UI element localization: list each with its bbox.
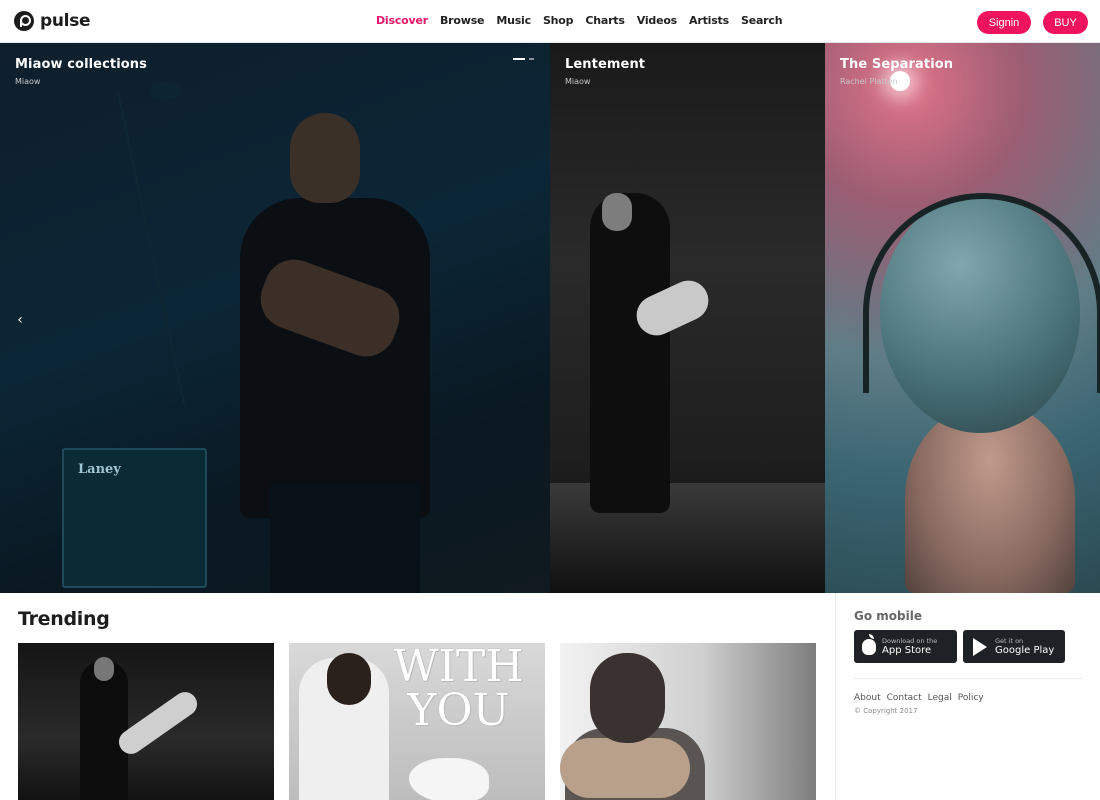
signin-button[interactable]: Signin [977, 11, 1031, 34]
boy-head [590, 653, 665, 743]
slide-title[interactable]: The Separation [840, 57, 953, 72]
go-mobile-heading: Go mobile [854, 609, 922, 623]
buy-button[interactable]: BUY [1043, 11, 1088, 34]
carousel-dot[interactable] [529, 58, 534, 60]
trending-section: Trending WITH YOU [0, 593, 835, 800]
nav-item-music[interactable]: Music [496, 14, 531, 27]
microphone-icon [150, 83, 180, 99]
performer-head [290, 113, 360, 203]
nav-item-shop[interactable]: Shop [543, 14, 574, 27]
amplifier-brand: Laney [78, 462, 121, 477]
trending-card[interactable]: WITH YOU [289, 643, 545, 800]
store-caption: Download on the [882, 636, 938, 645]
nav-item-artists[interactable]: Artists [689, 14, 729, 27]
hero-slide-the-separation[interactable]: The Separation Rachel Platten [825, 43, 1100, 593]
footer-links: About Contact Legal Policy [854, 693, 984, 703]
album-art-text: WITH YOU [371, 645, 545, 733]
footer-link-policy[interactable]: Policy [958, 693, 984, 703]
store-caption: Get it on [995, 636, 1024, 645]
copyright-text: © Copyright 2017 [854, 707, 918, 715]
nav-item-search[interactable]: Search [741, 14, 783, 27]
nav-item-browse[interactable]: Browse [440, 14, 485, 27]
google-play-button[interactable]: Get it on Google Play [963, 630, 1065, 663]
guitarist-figure [590, 193, 670, 513]
hero-slide-lentement[interactable]: Lentement Miaow [550, 43, 825, 593]
brand-name: pulse [40, 11, 91, 31]
app-store-button[interactable]: Download on the App Store [854, 630, 957, 663]
mic-stand-decoration [116, 91, 186, 405]
performer-legs [270, 483, 420, 593]
divider [854, 678, 1082, 679]
album-art-line: WITH [393, 643, 524, 692]
nav-item-discover[interactable]: Discover [376, 14, 428, 27]
performer-figure [240, 198, 430, 518]
play-icon [973, 637, 987, 656]
store-name: Google Play [995, 644, 1055, 656]
footer-link-legal[interactable]: Legal [928, 693, 952, 703]
amplifier: Laney [62, 448, 207, 588]
pulse-logo-icon [14, 11, 34, 31]
top-header: pulse Discover Browse Music Shop Charts … [0, 0, 1100, 43]
section-title: Trending [18, 608, 110, 630]
carousel-dot-active[interactable] [513, 58, 525, 60]
main-nav: Discover Browse Music Shop Charts Videos… [376, 14, 783, 27]
store-text: Get it on Google Play [995, 637, 1054, 657]
guitarist-head [602, 193, 632, 231]
trending-card[interactable] [18, 643, 274, 800]
slide-title[interactable]: Miaow collections [15, 57, 147, 72]
carousel-indicators [513, 58, 534, 60]
artist-head [327, 653, 371, 705]
album-art-line: YOU [407, 685, 510, 736]
headphones-icon [863, 193, 1100, 393]
chevron-left-icon[interactable]: ‹ [12, 311, 28, 329]
slide-artist[interactable]: Miaow [565, 77, 590, 86]
hero-slide-miaow-collections[interactable]: Laney Miaow collections Miaow ‹ [0, 43, 550, 593]
nav-item-videos[interactable]: Videos [637, 14, 678, 27]
guitarist-head [94, 657, 114, 681]
brand-logo[interactable]: pulse [14, 11, 91, 31]
trending-card[interactable] [560, 643, 816, 800]
slide-title[interactable]: Lentement [565, 57, 645, 72]
apple-icon [862, 633, 876, 655]
right-sidebar: Go mobile Download on the App Store Get … [835, 593, 1100, 800]
footer-link-about[interactable]: About [854, 693, 881, 703]
slide-artist[interactable]: Miaow [15, 77, 40, 86]
dove-decoration [409, 758, 489, 800]
store-name: App Store [882, 644, 932, 656]
hero-carousel: Laney Miaow collections Miaow ‹ Lentemen… [0, 43, 1100, 593]
slide-artist[interactable]: Rachel Platten [840, 77, 898, 86]
guitar-decoration [560, 738, 690, 798]
store-text: Download on the App Store [882, 637, 937, 657]
guitarist-figure [80, 661, 128, 800]
nav-item-charts[interactable]: Charts [585, 14, 625, 27]
footer-link-contact[interactable]: Contact [887, 693, 922, 703]
